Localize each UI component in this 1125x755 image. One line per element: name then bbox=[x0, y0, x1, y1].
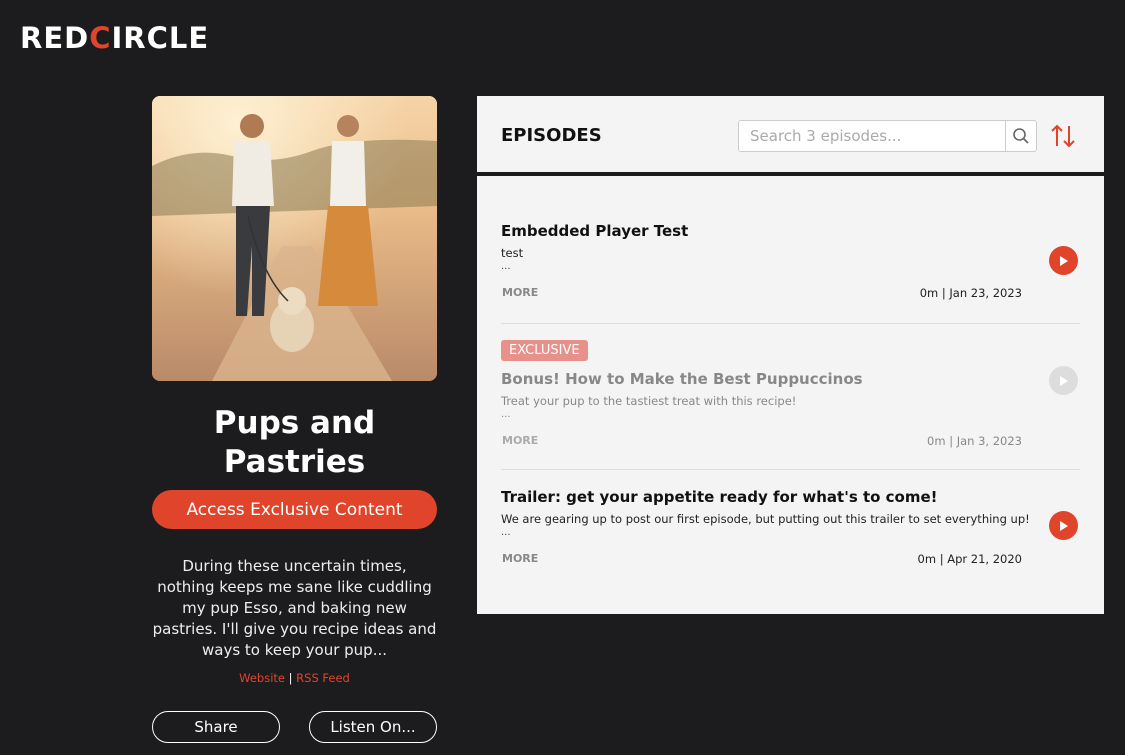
episode-search bbox=[738, 120, 1037, 152]
episode-ellipsis: ... bbox=[501, 527, 511, 538]
logo-text-c: C bbox=[89, 21, 112, 55]
episodes-header: EPISODES bbox=[477, 96, 1104, 176]
redcircle-logo[interactable]: RED C IRCLE bbox=[20, 21, 210, 55]
episode-more-link[interactable]: MORE bbox=[502, 552, 538, 565]
episode-item[interactable]: Trailer: get your appetite ready for wha… bbox=[501, 470, 1080, 590]
logo-text-ircle: IRCLE bbox=[111, 21, 210, 55]
podcast-cover-image bbox=[152, 96, 437, 381]
rss-feed-link[interactable]: RSS Feed bbox=[296, 671, 350, 685]
episode-item-exclusive[interactable]: EXCLUSIVE Bonus! How to Make the Best Pu… bbox=[501, 324, 1080, 470]
episode-description: We are gearing up to post our first epis… bbox=[501, 512, 1030, 526]
episode-search-input[interactable] bbox=[739, 121, 1005, 151]
search-button[interactable] bbox=[1005, 121, 1036, 151]
link-separator: | bbox=[288, 671, 293, 685]
logo-text-red: RED bbox=[20, 21, 90, 55]
website-link[interactable]: Website bbox=[239, 671, 285, 685]
episode-meta: 0m | Jan 3, 2023 bbox=[927, 434, 1022, 448]
podcast-description: During these uncertain times, nothing ke… bbox=[152, 557, 437, 659]
episode-meta: 0m | Jan 23, 2023 bbox=[919, 286, 1022, 300]
play-icon bbox=[1059, 375, 1068, 386]
access-exclusive-content-button[interactable]: Access Exclusive Content bbox=[152, 490, 437, 529]
podcast-title: Pups and Pastries bbox=[213, 405, 376, 480]
episode-meta: 0m | Apr 21, 2020 bbox=[917, 552, 1022, 566]
play-button[interactable] bbox=[1049, 246, 1078, 275]
episode-more-link[interactable]: MORE bbox=[502, 286, 538, 299]
play-button[interactable] bbox=[1049, 511, 1078, 540]
episode-item[interactable]: Embedded Player Test test ... MORE 0m | … bbox=[501, 200, 1080, 324]
episode-title[interactable]: Bonus! How to Make the Best Puppuccinos bbox=[501, 370, 863, 388]
episode-more-link[interactable]: MORE bbox=[502, 434, 538, 447]
exclusive-badge: EXCLUSIVE bbox=[501, 340, 588, 361]
share-button[interactable]: Share bbox=[152, 711, 280, 743]
play-icon bbox=[1059, 255, 1068, 266]
episode-description: Treat your pup to the tastiest treat wit… bbox=[501, 394, 797, 408]
play-icon bbox=[1059, 520, 1068, 531]
episode-title[interactable]: Embedded Player Test bbox=[501, 222, 688, 240]
episode-description: test bbox=[501, 246, 524, 260]
episodes-heading: EPISODES bbox=[501, 125, 602, 146]
listen-on-button[interactable]: Listen On... bbox=[309, 711, 437, 743]
search-icon bbox=[1013, 128, 1029, 144]
sort-icon[interactable] bbox=[1049, 122, 1077, 150]
episode-title[interactable]: Trailer: get your appetite ready for wha… bbox=[501, 488, 938, 506]
episodes-panel: EPISODES Embedded Player Test test ... M… bbox=[477, 96, 1104, 614]
episode-ellipsis: ... bbox=[501, 261, 511, 272]
play-button-disabled[interactable] bbox=[1049, 366, 1078, 395]
cover-illustration bbox=[152, 96, 437, 381]
podcast-links: Website | RSS Feed bbox=[152, 671, 437, 685]
episode-ellipsis: ... bbox=[501, 409, 511, 420]
